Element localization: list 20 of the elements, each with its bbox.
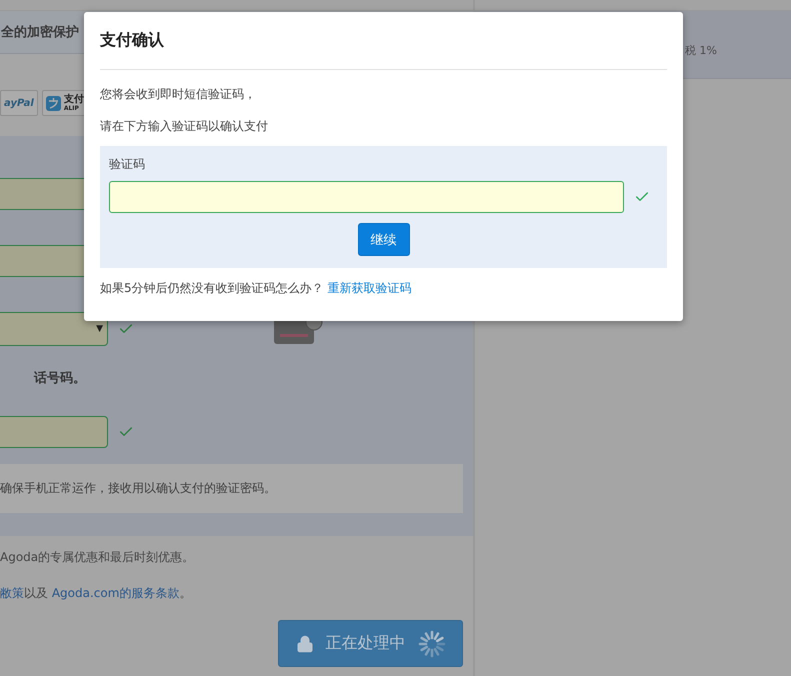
code-input-field[interactable] (109, 181, 624, 213)
dialog-title: 支付确认 (100, 12, 667, 70)
offers-text: Agoda的专属优惠和最后时刻优惠。 (0, 549, 196, 566)
terms-text: 敝策以及 Agoda.com的服务条款。 (0, 585, 192, 602)
dialog-text: 您将会收到即时短信验证码， (100, 86, 257, 102)
spinner-icon (418, 630, 446, 658)
resend-link[interactable]: 重新获取验证码 (328, 281, 412, 295)
field-label: 验证码 (109, 156, 146, 173)
info-text: 确保手机正常运作，接收用以确认支付的验证密码。 (0, 480, 276, 497)
tax-text: 税 1% (685, 43, 717, 58)
section-title: 全的加密保护 (1, 24, 79, 41)
terms-link[interactable]: 敝策 (0, 586, 24, 600)
dialog-text: 请在下方输入验证码以确认支付 (100, 118, 269, 134)
terms-link[interactable]: Agoda.com的服务条款 (52, 586, 180, 600)
continue-button[interactable]: 继续 (358, 223, 410, 256)
text-field[interactable] (0, 416, 108, 448)
payment-logo[interactable]: ayPal (0, 90, 38, 116)
help-text: 如果5分钟后仍然没有收到验证码怎么办？ 重新获取验证码 (100, 280, 413, 297)
select-field[interactable]: ▼ (0, 312, 108, 346)
field-note: 话号码。 (32, 370, 86, 387)
